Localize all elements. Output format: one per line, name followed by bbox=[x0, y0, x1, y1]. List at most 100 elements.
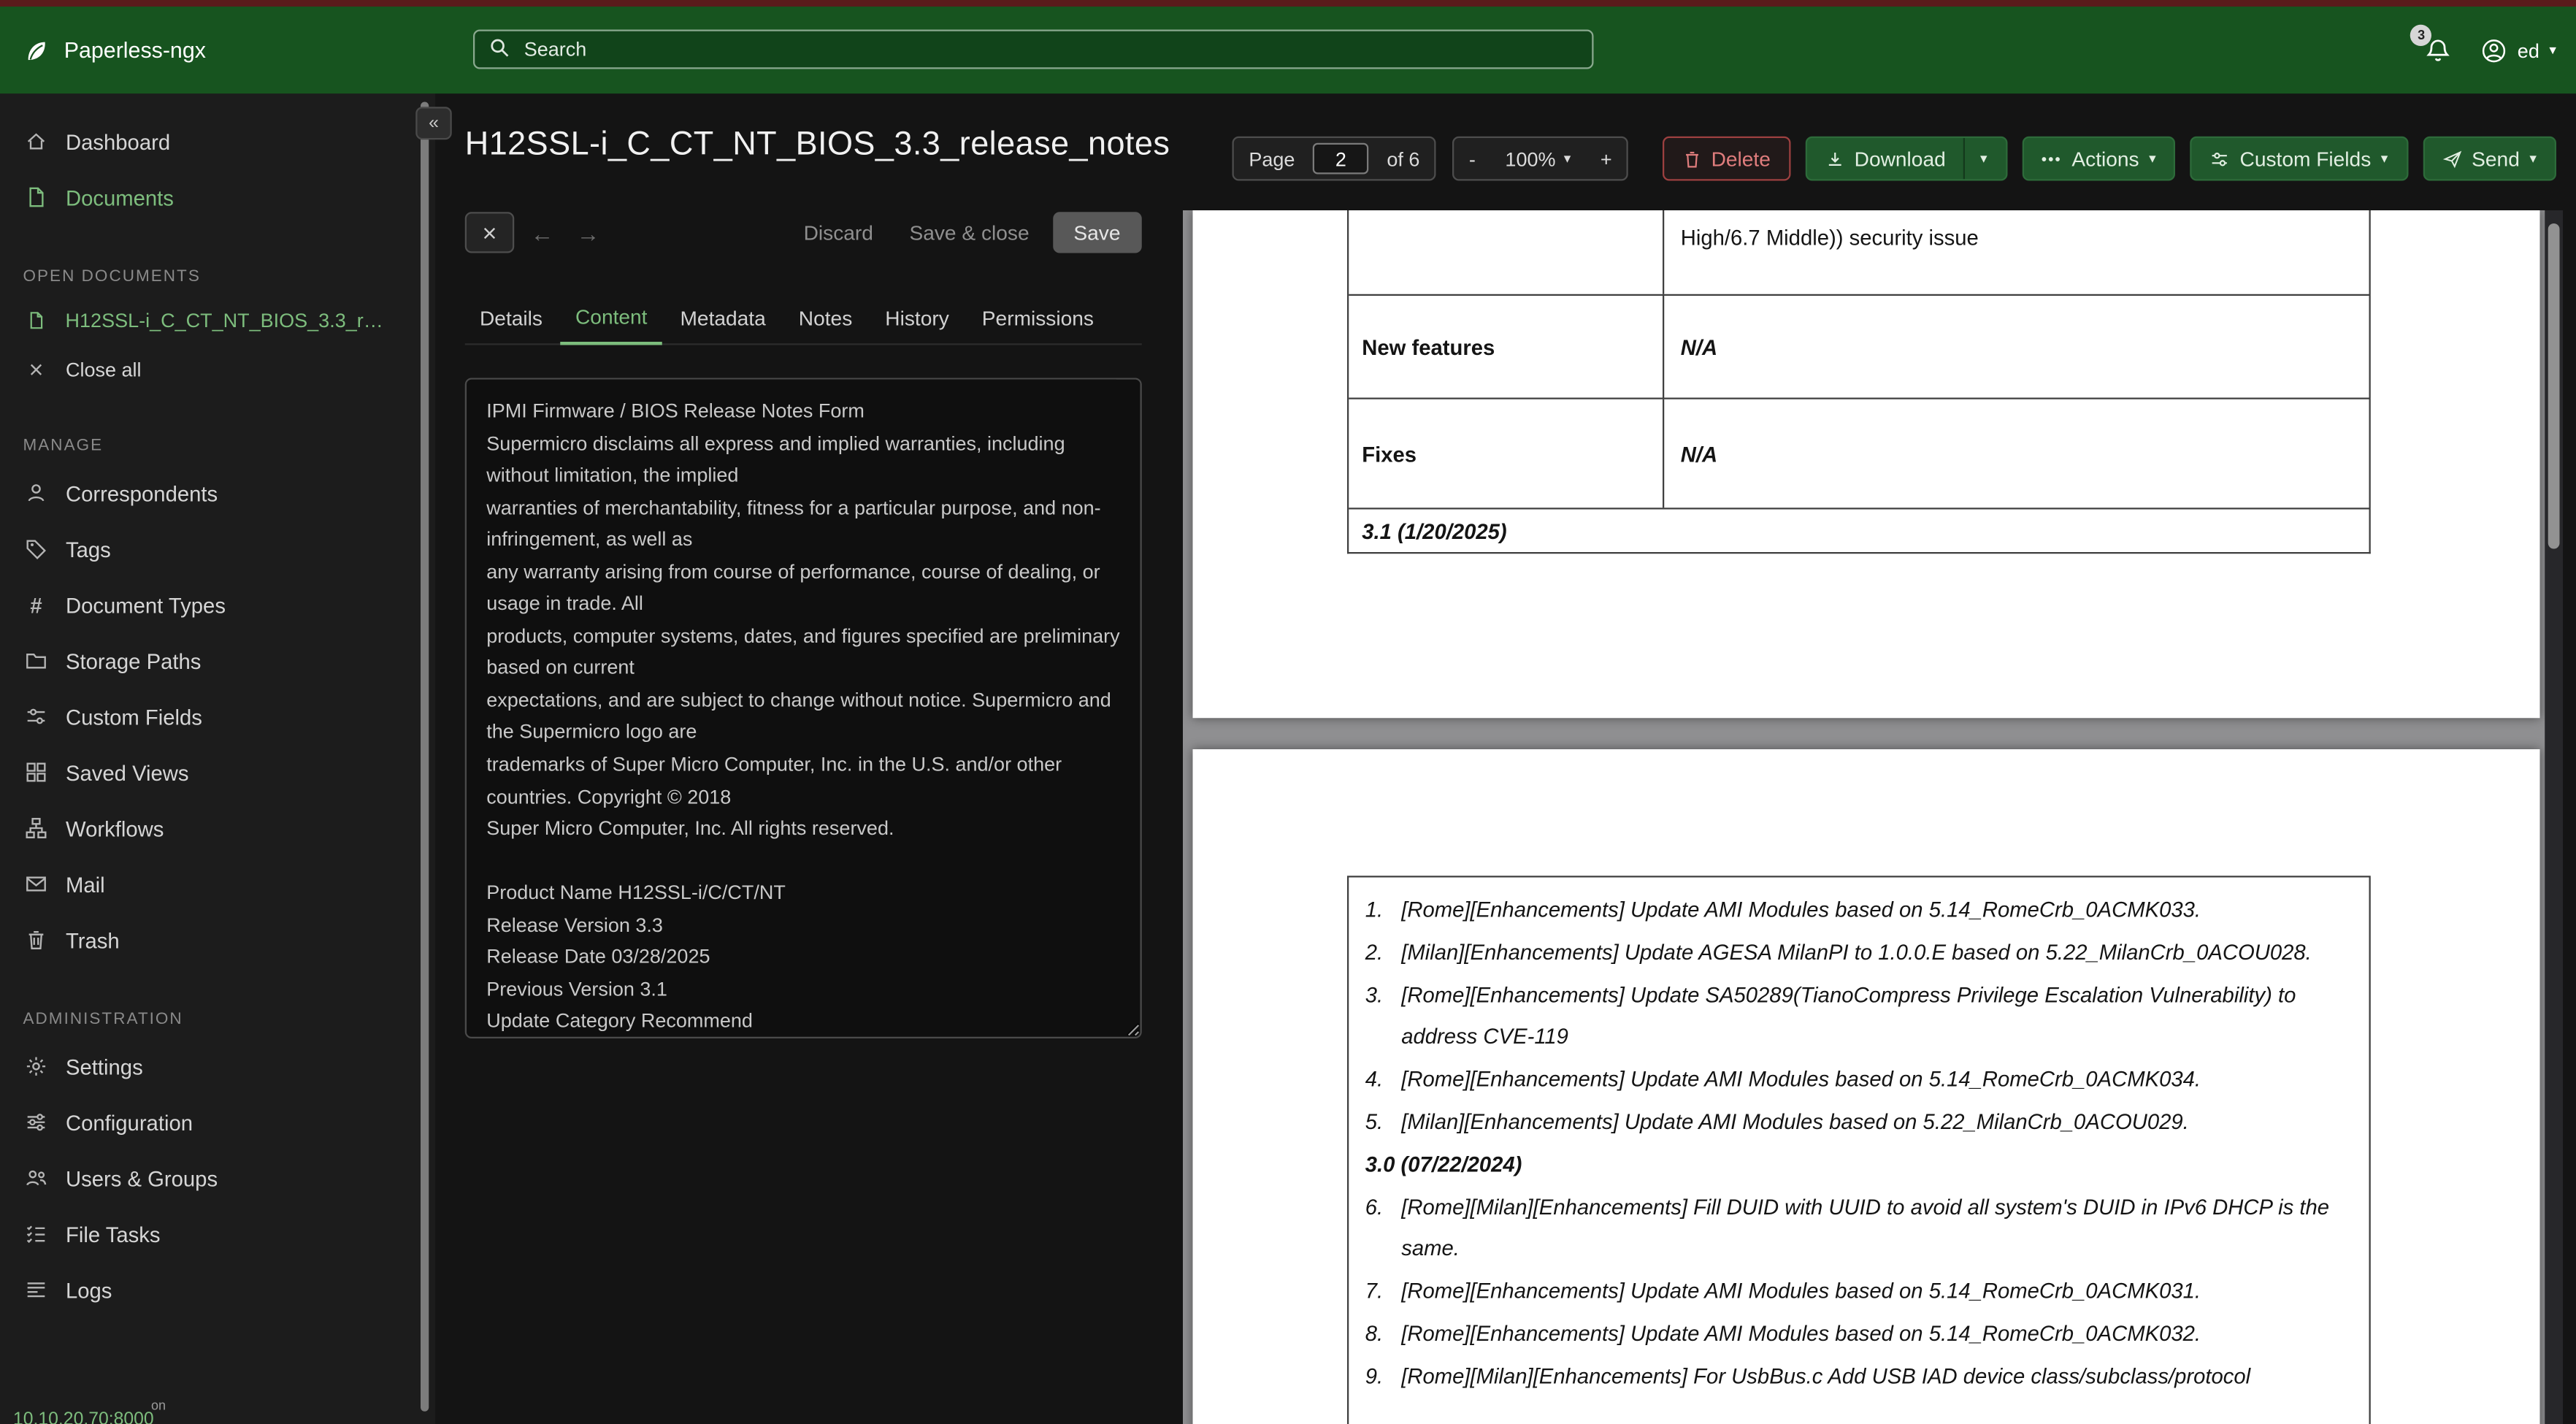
page-navigation: Page of 6 bbox=[1232, 136, 1436, 181]
send-label: Send bbox=[2472, 147, 2520, 170]
page-total: of 6 bbox=[1387, 147, 1420, 170]
zoom-level-select[interactable]: 100% ▾ bbox=[1490, 138, 1585, 179]
status-url[interactable]: 10.10.20.70:8000 bbox=[13, 1409, 154, 1424]
sidebar-item-label: Tags bbox=[66, 536, 111, 562]
sidebar-item-mail[interactable]: Mail bbox=[0, 856, 414, 912]
document-editor-panel: ← → Discard Save & close Save Details Co… bbox=[464, 212, 1142, 1038]
search-input[interactable] bbox=[473, 29, 1594, 69]
tab-metadata[interactable]: Metadata bbox=[665, 296, 781, 343]
username: ed bbox=[2517, 38, 2539, 62]
notifications-button[interactable]: 3 bbox=[2410, 23, 2452, 64]
sidebar-item-label: File Tasks bbox=[66, 1221, 161, 1247]
custom-fields-button[interactable]: Custom Fields ▾ bbox=[2190, 136, 2408, 181]
tab-details[interactable]: Details bbox=[465, 296, 557, 343]
sidebar-item-custom-fields[interactable]: Custom Fields bbox=[0, 689, 414, 745]
sidebar-item-dashboard[interactable]: Dashboard bbox=[0, 113, 414, 169]
list-number: 4. bbox=[1365, 1066, 1384, 1092]
zoom-in-button[interactable]: + bbox=[1586, 138, 1627, 179]
sidebar-item-label: Saved Views bbox=[66, 759, 189, 785]
tab-content[interactable]: Content bbox=[560, 296, 662, 345]
table-cell: New features bbox=[1349, 296, 1665, 398]
table-row: Fixes N/A bbox=[1349, 399, 2369, 510]
sidebar-item-documents[interactable]: Documents bbox=[0, 169, 414, 226]
sidebar-item-label: Configuration bbox=[66, 1109, 193, 1135]
actions-button[interactable]: ••• Actions ▾ bbox=[2021, 136, 2176, 181]
delete-button[interactable]: Delete bbox=[1662, 136, 1790, 181]
sidebar-item-label: Users & Groups bbox=[66, 1165, 218, 1191]
preview-scrollbar[interactable] bbox=[2545, 210, 2563, 1424]
save-button[interactable]: Save bbox=[1052, 212, 1142, 253]
send-icon bbox=[2442, 149, 2462, 169]
mail-icon bbox=[23, 873, 50, 896]
chevron-down-icon: ▾ bbox=[2529, 150, 2537, 166]
tab-notes[interactable]: Notes bbox=[784, 296, 867, 343]
sidebar-open-document[interactable]: H12SSL-i_C_CT_NT_BIOS_3.3_rel... bbox=[0, 296, 414, 345]
pdf-preview[interactable]: High/6.7 Middle)) security issue New fea… bbox=[1183, 210, 2563, 1424]
tab-history[interactable]: History bbox=[870, 296, 964, 343]
chevron-down-icon: ▾ bbox=[2549, 41, 2556, 58]
sidebar-item-logs[interactable]: Logs bbox=[0, 1262, 414, 1318]
open-document-label: H12SSL-i_C_CT_NT_BIOS_3.3_rel... bbox=[65, 309, 391, 332]
discard-button[interactable]: Discard bbox=[791, 212, 886, 253]
sidebar-item-label: Workflows bbox=[66, 816, 164, 841]
sidebar-item-trash[interactable]: Trash bbox=[0, 912, 414, 968]
preview-scrollbar-thumb[interactable] bbox=[2548, 223, 2560, 549]
chevron-down-icon: ▾ bbox=[2380, 150, 2388, 166]
sidebar-item-users-groups[interactable]: Users & Groups bbox=[0, 1150, 414, 1206]
save-close-button[interactable]: Save & close bbox=[896, 212, 1042, 253]
sidebar-scrollbar-thumb[interactable] bbox=[421, 102, 429, 1411]
collapse-sidebar-button[interactable]: « bbox=[415, 107, 452, 140]
previous-document-button[interactable]: ← bbox=[524, 212, 561, 253]
sidebar-close-all[interactable]: Close all bbox=[0, 345, 414, 395]
search-icon bbox=[488, 37, 511, 60]
download-button[interactable]: Download ▾ bbox=[1805, 136, 2007, 181]
sidebar-item-document-types[interactable]: # Document Types bbox=[0, 577, 414, 633]
sidebar-item-saved-views[interactable]: Saved Views bbox=[0, 744, 414, 800]
page-number-input[interactable] bbox=[1313, 142, 1369, 175]
table-cell: High/6.7 Middle)) security issue bbox=[1680, 225, 1979, 250]
tag-icon bbox=[23, 537, 50, 561]
sidebar-item-label: Correspondents bbox=[66, 481, 218, 505]
sidebar-item-tags[interactable]: Tags bbox=[0, 521, 414, 577]
checklist-icon bbox=[23, 1222, 50, 1246]
list-item: 9. [Rome][Milan][Enhancements] For UsbBus… bbox=[1365, 1355, 2356, 1398]
sidebar-section-administration: Administration bbox=[23, 1010, 183, 1029]
brand-home-link[interactable]: Paperless-ngx bbox=[23, 7, 206, 93]
editor-tabs: Details Content Metadata Notes History P… bbox=[464, 296, 1142, 345]
table-cell: Fixes bbox=[1349, 399, 1665, 508]
list-lines-icon bbox=[23, 1279, 50, 1302]
custom-fields-label: Custom Fields bbox=[2239, 147, 2372, 170]
sidebar-item-correspondents[interactable]: Correspondents bbox=[0, 465, 414, 521]
zoom-level-value: 100% bbox=[1505, 147, 1556, 170]
grid-icon bbox=[23, 761, 50, 784]
workflow-icon bbox=[23, 816, 50, 840]
sidebar-item-workflows[interactable]: Workflows bbox=[0, 800, 414, 857]
sidebar: Dashboard Documents Open documents H12SS… bbox=[0, 93, 414, 1424]
user-menu[interactable]: ed ▾ bbox=[2481, 37, 2556, 64]
sidebar-scrollbar[interactable] bbox=[414, 93, 436, 1424]
gear-icon bbox=[23, 1055, 50, 1079]
sidebar-item-file-tasks[interactable]: File Tasks bbox=[0, 1206, 414, 1263]
page-label: Page bbox=[1249, 147, 1295, 170]
document-title: H12SSL-i_C_CT_NT_BIOS_3.3_release_notes bbox=[464, 126, 1170, 163]
close-document-button[interactable] bbox=[464, 212, 515, 253]
list-item: 3. [Rome][Enhancements] Update SA50289(Ti… bbox=[1365, 973, 2356, 1058]
send-button[interactable]: Send ▾ bbox=[2422, 136, 2556, 181]
tab-permissions[interactable]: Permissions bbox=[967, 296, 1109, 343]
dashboard-icon bbox=[23, 130, 50, 153]
sidebar-item-label: Settings bbox=[66, 1054, 143, 1079]
close-icon bbox=[23, 360, 50, 380]
list-number: 3. bbox=[1365, 981, 1384, 1007]
document-content-textarea[interactable]: IPMI Firmware / BIOS Release Notes Form … bbox=[464, 378, 1142, 1038]
sidebar-item-configuration[interactable]: Configuration bbox=[0, 1095, 414, 1151]
zoom-out-button[interactable]: - bbox=[1454, 138, 1491, 179]
document-toolbar: H12SSL-i_C_CT_NT_BIOS_3.3_release_notes … bbox=[435, 93, 2576, 181]
sidebar-item-storage-paths[interactable]: Storage Paths bbox=[0, 632, 414, 689]
paperless-logo-icon bbox=[23, 37, 50, 64]
people-icon bbox=[23, 1167, 50, 1190]
next-document-button[interactable]: → bbox=[570, 212, 607, 253]
list-text: [Rome][Enhancements] Update AMI Modules … bbox=[1401, 1066, 2201, 1092]
document-actions: Delete Download ▾ ••• Actions ▾ Custom F… bbox=[1662, 136, 2559, 181]
sidebar-item-settings[interactable]: Settings bbox=[0, 1038, 414, 1095]
sidebar-item-label: Trash bbox=[66, 927, 120, 952]
